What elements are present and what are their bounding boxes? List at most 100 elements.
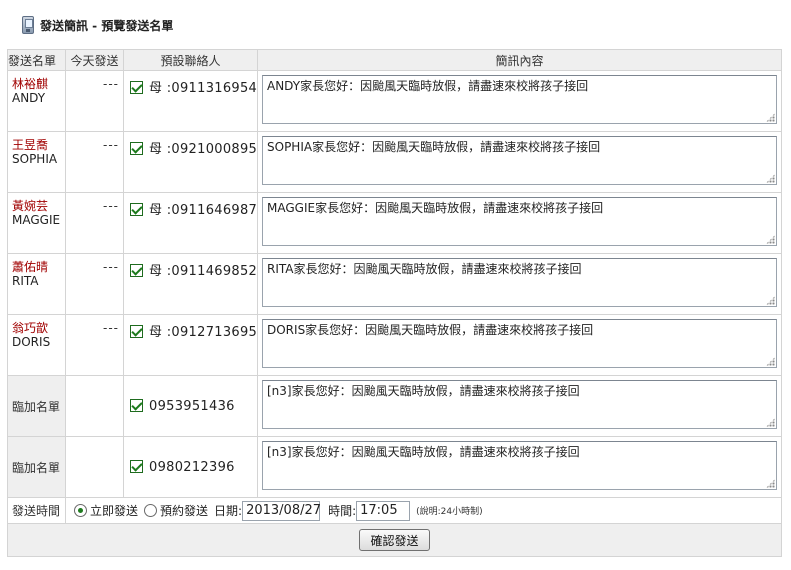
table-row: 黃婉芸 MAGGIE --- 母 :0911646987 MAGGIE家長您好：… [7, 192, 782, 254]
recipient-name: 翁巧歆 DORIS [7, 314, 66, 376]
message-textarea[interactable]: [n3]家長您好：因颱風天臨時放假，請盡速來校將孩子接回 [262, 380, 777, 429]
message-cell: ANDY家長您好：因颱風天臨時放假，請盡速來校將孩子接回 [257, 70, 782, 132]
send-immediately-label[interactable]: 立即發送 [90, 502, 138, 519]
confirm-send-button[interactable]: 確認發送 [359, 529, 430, 551]
student-chinese-name: 黃婉芸 [12, 199, 49, 213]
student-english-name: ANDY [12, 91, 46, 105]
date-label: 日期: [214, 504, 243, 518]
student-english-name: SOPHIA [12, 152, 58, 166]
today-sent-value: --- [65, 192, 124, 254]
header-recipients: 發送名單 [7, 49, 66, 71]
message-text: ANDY家長您好：因颱風天臨時放假，請盡速來校將孩子接回 [267, 79, 589, 93]
time-format-note: (說明:24小時制) [416, 507, 483, 517]
today-sent-empty [65, 375, 124, 437]
student-chinese-name: 翁巧歆 [12, 321, 49, 335]
send-time-controls-cell: 立即發送 預約發送 日期: 2013/08/27 時間: 17:05 (說明:2… [65, 497, 782, 524]
contact-cell: 母 :0911316954 [123, 70, 258, 132]
contact-cell: 0980212396 [123, 436, 258, 498]
student-english-name: RITA [12, 274, 39, 288]
student-english-name: DORIS [12, 335, 51, 349]
contact-cell: 0953951436 [123, 375, 258, 437]
contact-phone: 母 :0921000895 [149, 142, 258, 157]
today-sent-empty [65, 436, 124, 498]
message-text: MAGGIE家長您好：因颱風天臨時放假，請盡速來校將孩子接回 [267, 201, 604, 215]
message-text: SOPHIA家長您好：因颱風天臨時放假，請盡速來校將孩子接回 [267, 140, 601, 154]
recipient-name: 黃婉芸 MAGGIE [7, 192, 66, 254]
resize-grip-icon[interactable] [766, 174, 775, 183]
table-header-row: 發送名單 今天發送 預設聯絡人 簡訊內容 [7, 49, 782, 71]
contact-cell: 母 :0911469852 [123, 253, 258, 315]
resize-grip-icon[interactable] [766, 418, 775, 427]
header-message-content: 簡訊內容 [257, 49, 782, 71]
resize-grip-icon[interactable] [766, 357, 775, 366]
recipient-name: 王昱喬 SOPHIA [7, 131, 66, 193]
page-header: 發送簡訊 - 預覽發送名單 [22, 8, 173, 34]
message-cell: SOPHIA家長您好：因颱風天臨時放假，請盡速來校將孩子接回 [257, 131, 782, 193]
contact-phone: 0980212396 [149, 459, 235, 475]
submit-row: 確認發送 [7, 523, 782, 557]
contact-phone: 母 :0911316954 [149, 81, 258, 96]
contact-checkbox[interactable] [130, 459, 143, 473]
send-immediately-radio[interactable] [74, 504, 87, 517]
time-input[interactable]: 17:05 [356, 500, 411, 521]
page-title: 發送簡訊 - 預覽發送名單 [40, 19, 174, 33]
message-cell: MAGGIE家長您好：因颱風天臨時放假，請盡速來校將孩子接回 [257, 192, 782, 254]
message-text: [n3]家長您好：因颱風天臨時放假，請盡速來校將孩子接回 [267, 445, 580, 459]
message-cell: RITA家長您好：因颱風天臨時放假，請盡速來校將孩子接回 [257, 253, 782, 315]
message-textarea[interactable]: DORIS家長您好：因颱風天臨時放假，請盡速來校將孩子接回 [262, 319, 777, 368]
student-chinese-name: 林裕麒 [12, 77, 49, 91]
mobile-phone-icon [22, 16, 34, 34]
temp-list-label: 臨加名單 [7, 375, 66, 437]
contact-checkbox[interactable] [130, 142, 143, 155]
student-english-name: MAGGIE [12, 213, 61, 227]
message-text: RITA家長您好：因颱風天臨時放假，請盡速來校將孩子接回 [267, 262, 582, 276]
today-sent-value: --- [65, 70, 124, 132]
contact-checkbox[interactable] [130, 325, 143, 338]
today-sent-value: --- [65, 131, 124, 193]
recipient-name: 林裕麒 ANDY [7, 70, 66, 132]
message-cell: [n3]家長您好：因颱風天臨時放假，請盡速來校將孩子接回 [257, 375, 782, 437]
date-input[interactable]: 2013/08/27 [242, 500, 321, 521]
message-textarea[interactable]: MAGGIE家長您好：因颱風天臨時放假，請盡速來校將孩子接回 [262, 197, 777, 246]
contact-cell: 母 :0911646987 [123, 192, 258, 254]
contact-cell: 母 :0921000895 [123, 131, 258, 193]
message-cell: [n3]家長您好：因颱風天臨時放假，請盡速來校將孩子接回 [257, 436, 782, 498]
table-row-temp: 臨加名單 0953951436 [n3]家長您好：因颱風天臨時放假，請盡速來校將… [7, 375, 782, 437]
contact-checkbox[interactable] [130, 81, 143, 94]
message-cell: DORIS家長您好：因颱風天臨時放假，請盡速來校將孩子接回 [257, 314, 782, 376]
table-row: 林裕麒 ANDY --- 母 :0911316954 ANDY家長您好：因颱風天… [7, 70, 782, 132]
schedule-send-radio[interactable] [144, 504, 158, 517]
message-textarea[interactable]: SOPHIA家長您好：因颱風天臨時放假，請盡速來校將孩子接回 [262, 136, 777, 185]
contact-cell: 母 :0912713695 [123, 314, 258, 376]
resize-grip-icon[interactable] [766, 113, 775, 122]
today-sent-value: --- [65, 314, 124, 376]
message-textarea[interactable]: ANDY家長您好：因颱風天臨時放假，請盡速來校將孩子接回 [262, 75, 777, 124]
schedule-send-label[interactable]: 預約發送 [160, 502, 208, 519]
contact-phone: 母 :0911646987 [149, 203, 258, 218]
table-row: 王昱喬 SOPHIA --- 母 :0921000895 SOPHIA家長您好：… [7, 131, 782, 193]
send-time-row: 發送時間 立即發送 預約發送 日期: 2013/08/27 時間: 17:05 … [7, 497, 782, 524]
message-text: [n3]家長您好：因颱風天臨時放假，請盡速來校將孩子接回 [267, 384, 580, 398]
send-time-controls: 立即發送 預約發送 日期: 2013/08/27 時間: 17:05 (說明:2… [66, 500, 781, 521]
recipient-table: 發送名單 今天發送 預設聯絡人 簡訊內容 林裕麒 ANDY --- 母 :091… [7, 49, 782, 557]
contact-phone: 母 :0911469852 [149, 264, 258, 279]
contact-checkbox[interactable] [130, 398, 143, 412]
table-row: 蕭佑晴 RITA --- 母 :0911469852 RITA家長您好：因颱風天… [7, 253, 782, 315]
contact-checkbox[interactable] [130, 264, 143, 277]
message-textarea[interactable]: RITA家長您好：因颱風天臨時放假，請盡速來校將孩子接回 [262, 258, 777, 307]
recipient-name: 蕭佑晴 RITA [7, 253, 66, 315]
today-sent-value: --- [65, 253, 124, 315]
send-time-label: 發送時間 [7, 497, 66, 524]
student-chinese-name: 王昱喬 [12, 138, 49, 152]
table-row-temp: 臨加名單 0980212396 [n3]家長您好：因颱風天臨時放假，請盡速來校將… [7, 436, 782, 498]
contact-checkbox[interactable] [130, 203, 143, 216]
table-row: 翁巧歆 DORIS --- 母 :0912713695 DORIS家長您好：因颱… [7, 314, 782, 376]
message-text: DORIS家長您好：因颱風天臨時放假，請盡速來校將孩子接回 [267, 323, 594, 337]
time-label: 時間: [328, 504, 357, 518]
resize-grip-icon[interactable] [766, 296, 775, 305]
submit-cell: 確認發送 [7, 523, 782, 557]
resize-grip-icon[interactable] [766, 235, 775, 244]
message-textarea[interactable]: [n3]家長您好：因颱風天臨時放假，請盡速來校將孩子接回 [262, 441, 777, 490]
resize-grip-icon[interactable] [766, 479, 775, 488]
header-today-sent: 今天發送 [65, 49, 124, 71]
